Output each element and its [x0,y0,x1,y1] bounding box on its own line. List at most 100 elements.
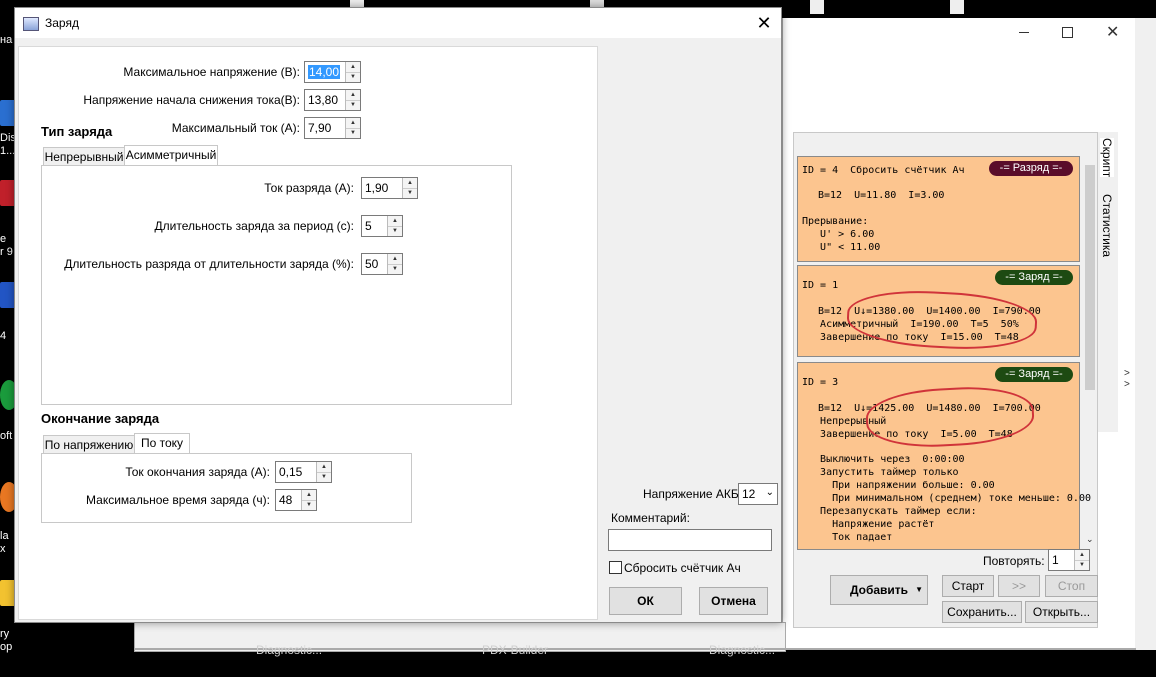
spin-down-icon[interactable]: ▼ [302,500,316,510]
max-time-label: Максимальное время заряда (ч): [86,493,270,507]
spin-buttons[interactable]: ▲ ▼ [301,490,316,510]
current-decrease-start-stepper[interactable]: 13,80 ▲ ▼ [304,89,361,111]
current-decrease-start-value[interactable]: 13,80 [308,93,338,107]
spin-buttons[interactable]: ▲ ▼ [316,462,331,482]
spin-buttons[interactable]: ▲ ▼ [387,216,402,236]
minimize-icon[interactable] [1019,32,1029,33]
spin-buttons[interactable]: ▲ ▼ [387,254,402,274]
spin-down-icon[interactable]: ▼ [346,72,360,82]
max-time-value[interactable]: 48 [279,493,292,507]
close-icon[interactable]: ✕ [1106,22,1119,42]
battery-voltage-select[interactable]: 12 ⌄ [738,483,778,505]
next-button[interactable]: >> [998,575,1040,597]
tab-script[interactable]: Скрипт [1100,138,1114,178]
dialog-titlebar[interactable]: Заряд ✕ [15,8,781,38]
taskbar-item[interactable]: PDX-Builder [482,643,548,657]
comment-label: Комментарий: [611,511,690,525]
repeat-stepper[interactable]: 1 ▲ ▼ [1048,549,1090,571]
charge-duration-label: Длительность заряда за период (с): [154,219,354,233]
save-button[interactable]: Сохранить... [942,601,1022,623]
reset-counter-label[interactable]: Сбросить счётчик Ач [624,561,741,575]
open-button[interactable]: Открыть... [1025,601,1098,623]
add-button[interactable]: Добавить ▼ [830,575,928,605]
tab-by-current[interactable]: По току [134,433,190,455]
charge-type-panel: Ток разряда (А): 1,90 ▲ ▼ Длительность за… [41,165,512,405]
discharge-current-stepper[interactable]: 1,90 ▲ ▼ [361,177,418,199]
charge-end-heading: Окончание заряда [41,411,160,426]
desktop-label-4: 4 [0,330,7,342]
spin-buttons[interactable]: ▲ ▼ [345,62,360,82]
end-current-stepper[interactable]: 0,15 ▲ ▼ [275,461,332,483]
spin-down-icon[interactable]: ▼ [403,188,417,198]
end-current-value[interactable]: 0,15 [279,465,302,479]
charge-duration-value[interactable]: 5 [365,219,372,233]
spin-buttons[interactable]: ▲ ▼ [345,118,360,138]
repeat-spin-buttons[interactable]: ▲ ▼ [1074,550,1089,570]
tab-continuous[interactable]: Непрерывный [43,147,125,167]
current-decrease-start-label: Напряжение начала снижения тока(В): [83,93,300,107]
file-icon[interactable] [950,0,964,14]
card-line: Напряжение растёт [802,519,935,530]
card-line: Выключить через 0:00:00 [802,454,965,465]
card-line: Ток падает [802,532,893,543]
card-line: При напряжении больше: 0.00 [802,480,995,491]
battery-voltage-value: 12 [742,487,756,501]
scrollbar-thumb[interactable] [1085,165,1095,390]
script-card-4[interactable]: ID = 4 Сбросить счётчик Ач -= Разряд =- … [797,156,1080,262]
charge-type-heading: Тип заряда [41,124,113,139]
discharge-duration-value[interactable]: 50 [365,257,378,271]
spin-down-icon[interactable]: ▼ [1075,560,1089,570]
tab-asymmetric[interactable]: Асимметричный [124,145,218,167]
spin-down-icon[interactable]: ▼ [346,128,360,138]
card-id-line: ID = 1 [802,280,839,291]
discharge-badge: -= Разряд =- [989,161,1073,176]
spin-down-icon[interactable]: ▼ [317,472,331,482]
card-id-line: ID = 4 Сбросить счётчик Ач [802,165,965,176]
spin-down-icon[interactable]: ▼ [388,264,402,274]
dialog-title: Заряд [45,16,79,30]
battery-voltage-label: Напряжение АКБ: [643,487,743,501]
tab-by-voltage[interactable]: По напряжению [43,435,135,455]
comment-field[interactable] [608,529,772,551]
desktop-label-3: е r 9 [0,233,13,258]
max-voltage-stepper[interactable]: 14,00 ▲ ▼ [304,61,361,83]
max-voltage-value[interactable]: 14,00 [308,65,341,79]
repeat-label: Повторять: [983,554,1045,568]
dialog-content: Максимальное напряжение (В): 14,00 ▲ ▼ На… [18,46,598,620]
max-voltage-label: Максимальное напряжение (В): [123,65,300,79]
discharge-current-value[interactable]: 1,90 [365,181,388,195]
desktop-label-7: ry op [0,628,13,653]
ok-button[interactable]: ОК [609,587,682,615]
max-current-label: Максимальный ток (А): [171,121,300,135]
cancel-button[interactable]: Отмена [699,587,768,615]
spin-down-icon[interactable]: ▼ [346,100,360,110]
discharge-duration-stepper[interactable]: 50 ▲ ▼ [361,253,403,275]
maximize-icon[interactable] [1062,27,1073,38]
taskbar-item[interactable]: Diagnostic... [256,643,322,657]
card-line: Запустить таймер только [802,467,959,478]
card-line: При минимальном (среднем) токе меньше: 0… [802,493,1091,504]
add-button-label: Добавить [849,583,909,597]
card-line: Прерывание: [802,216,869,227]
chevron-down-icon: ⌄ [765,487,774,498]
start-button[interactable]: Старт [942,575,994,597]
spin-buttons[interactable]: ▲ ▼ [402,178,417,198]
spin-down-icon[interactable]: ▼ [388,226,402,236]
charge-badge: -= Заряд =- [995,367,1073,382]
collapse-arrows-icon[interactable]: > > [1124,368,1130,390]
dropdown-arrow-icon: ▼ [915,585,923,594]
max-time-stepper[interactable]: 48 ▲ ▼ [275,489,317,511]
file-icon[interactable] [810,0,824,14]
desktop-label-5: oft [0,430,13,442]
reset-counter-checkbox[interactable] [609,561,622,574]
scroll-down-icon[interactable]: ⌄ [1086,534,1094,545]
card-line: U' > 6.00 [802,229,875,240]
close-icon[interactable]: ✕ [753,12,775,34]
taskbar-item[interactable]: Diagnostic... [709,643,775,657]
spin-buttons[interactable]: ▲ ▼ [345,90,360,110]
stop-button[interactable]: Стоп [1045,575,1098,597]
max-current-stepper[interactable]: 7,90 ▲ ▼ [304,117,361,139]
tab-statistics[interactable]: Статистика [1100,194,1114,257]
charge-duration-stepper[interactable]: 5 ▲ ▼ [361,215,403,237]
max-current-value[interactable]: 7,90 [308,121,331,135]
